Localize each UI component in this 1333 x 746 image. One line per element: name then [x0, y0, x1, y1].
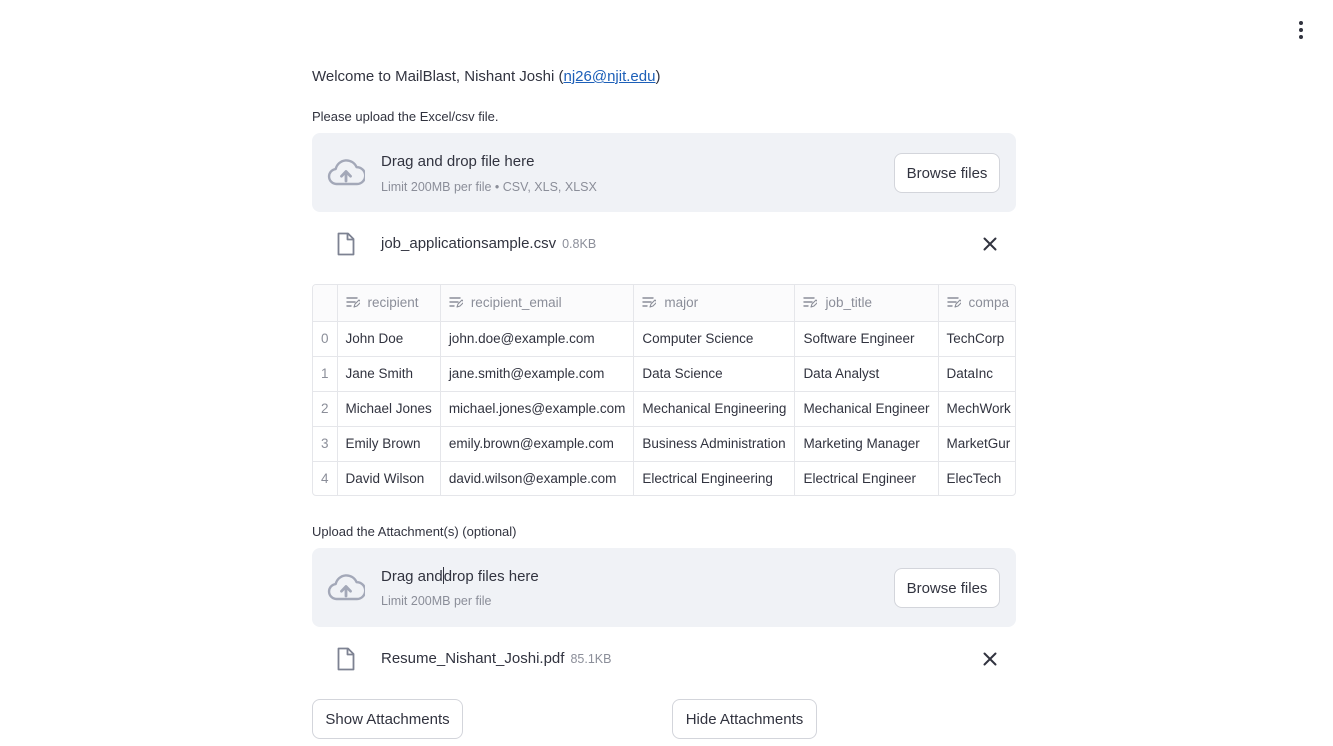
table-cell-company[interactable]: TechCorp	[938, 321, 1015, 357]
column-header-company[interactable]: compa	[938, 285, 1015, 322]
close-icon[interactable]	[980, 234, 1000, 254]
table-cell-recipient-email[interactable]: david.wilson@example.com	[440, 461, 635, 495]
welcome-suffix: )	[655, 68, 661, 85]
attachment-dropzone[interactable]: Drag anddrop files here Limit 200MB per …	[312, 548, 1016, 627]
table-cell-recipient-email[interactable]: michael.jones@example.com	[440, 391, 635, 427]
table-cell-major[interactable]: Electrical Engineering	[633, 461, 796, 495]
show-attachments-button[interactable]: Show Attachments	[312, 699, 463, 739]
browse-files-button[interactable]: Browse files	[894, 568, 1000, 608]
table-row[interactable]: 3 Emily Brown emily.brown@example.com Busin…	[313, 426, 1015, 462]
table-cell-company[interactable]: DataInc	[938, 356, 1015, 392]
table-cell-major[interactable]: Computer Science	[633, 321, 796, 357]
column-header-label: job_title	[825, 295, 872, 311]
table-cell-recipient[interactable]: Michael Jones	[337, 391, 441, 427]
welcome-prefix: Welcome to MailBlast, Nishant Joshi (	[312, 68, 564, 85]
data-file-dropzone[interactable]: Drag and drop file here Limit 200MB per …	[312, 133, 1016, 212]
table-cell-major[interactable]: Mechanical Engineering	[633, 391, 796, 427]
row-index: 0	[313, 321, 338, 357]
row-index: 4	[313, 461, 338, 495]
browse-files-button[interactable]: Browse files	[894, 153, 1000, 193]
table-row[interactable]: 4 David Wilson david.wilson@example.com Ele…	[313, 461, 1015, 495]
dropzone-title: Drag and drop file here	[381, 153, 535, 170]
table-cell-recipient[interactable]: David Wilson	[337, 461, 441, 495]
file-size: 85.1KB	[570, 652, 612, 666]
cloud-upload-icon	[327, 574, 365, 601]
table-cell-major[interactable]: Data Science	[633, 356, 796, 392]
table-cell-major[interactable]: Business Administration	[633, 426, 796, 462]
cloud-upload-icon	[327, 159, 365, 186]
file-name: job_applicationsample.csv	[381, 235, 557, 252]
table-header-row: recipient recipient_email major job_title co…	[313, 285, 1015, 322]
column-header-label: recipient_email	[470, 295, 562, 311]
table-cell-job-title[interactable]: Data Analyst	[794, 356, 939, 392]
table-row[interactable]: 2 Michael Jones michael.jones@example.com M…	[313, 391, 1015, 427]
text-column-icon	[803, 297, 818, 308]
column-header-major[interactable]: major	[633, 285, 796, 322]
column-header-recipient-email[interactable]: recipient_email	[440, 285, 635, 322]
table-cell-recipient-email[interactable]: john.doe@example.com	[440, 321, 635, 357]
table-cell-recipient[interactable]: John Doe	[337, 321, 441, 357]
row-index: 1	[313, 356, 338, 392]
table-cell-recipient-email[interactable]: jane.smith@example.com	[440, 356, 635, 392]
table-cell-company[interactable]: ElecTech	[938, 461, 1015, 495]
dropzone-title-part-1: Drag and	[381, 568, 443, 585]
dropzone-limit: Limit 200MB per file • CSV, XLS, XLSX	[381, 180, 597, 194]
text-column-icon	[946, 297, 961, 308]
dataframe-table: recipient recipient_email major job_title co…	[313, 285, 1015, 495]
file-size: 0.8KB	[562, 237, 597, 251]
main-menu-button[interactable]	[1290, 18, 1312, 42]
dropzone-title: Drag anddrop files here	[381, 566, 539, 588]
table-cell-company[interactable]: MarketGur	[938, 426, 1015, 462]
column-header-label: major	[664, 295, 699, 311]
attachment-upload-label: Upload the Attachment(s) (optional)	[312, 524, 517, 539]
row-index: 2	[313, 391, 338, 427]
text-column-icon	[345, 297, 360, 308]
user-email-link[interactable]: nj26@njit.edu	[563, 68, 655, 85]
text-column-icon	[642, 297, 657, 308]
data-upload-label: Please upload the Excel/csv file.	[312, 109, 499, 124]
dropzone-limit: Limit 200MB per file	[381, 594, 492, 608]
uploaded-attachment-row: Resume_Nishant_Joshi.pdf 85.1KB	[312, 639, 1016, 679]
table-cell-job-title[interactable]: Software Engineer	[794, 321, 939, 357]
welcome-text: Welcome to MailBlast, Nishant Joshi (nj2…	[312, 66, 660, 88]
close-icon[interactable]	[980, 649, 1000, 669]
file-name: Resume_Nishant_Joshi.pdf	[381, 650, 565, 667]
hide-attachments-button[interactable]: Hide Attachments	[672, 699, 817, 739]
table-cell-job-title[interactable]: Electrical Engineer	[794, 461, 939, 495]
dropzone-title-part-2: drop files here	[443, 568, 539, 585]
table-cell-recipient-email[interactable]: emily.brown@example.com	[440, 426, 635, 462]
uploaded-file-row: job_applicationsample.csv 0.8KB	[312, 224, 1016, 264]
file-icon	[337, 647, 355, 671]
file-icon	[337, 232, 355, 256]
column-header-label: recipient	[367, 295, 419, 311]
table-cell-job-title[interactable]: Marketing Manager	[794, 426, 939, 462]
column-header-recipient[interactable]: recipient	[337, 285, 441, 322]
column-header-job-title[interactable]: job_title	[794, 285, 939, 322]
table-cell-recipient[interactable]: Jane Smith	[337, 356, 441, 392]
table-row[interactable]: 1 Jane Smith jane.smith@example.com Data Sc…	[313, 356, 1015, 392]
table-cell-recipient[interactable]: Emily Brown	[337, 426, 441, 462]
table-row[interactable]: 0 John Doe john.doe@example.com Computer Sc…	[313, 321, 1015, 357]
index-header	[313, 285, 338, 322]
vertical-dots-icon	[1299, 21, 1303, 25]
column-header-label: compa	[968, 295, 1010, 311]
row-index: 3	[313, 426, 338, 462]
data-table[interactable]: recipient recipient_email major job_title co…	[312, 284, 1016, 496]
table-cell-company[interactable]: MechWork	[938, 391, 1015, 427]
text-column-icon	[449, 297, 463, 308]
table-cell-job-title[interactable]: Mechanical Engineer	[794, 391, 939, 427]
